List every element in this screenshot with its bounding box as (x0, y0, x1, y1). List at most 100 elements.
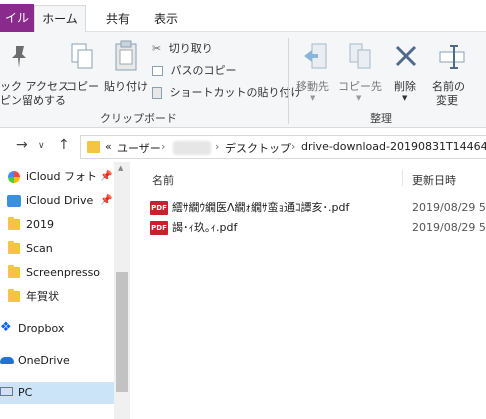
paste-label: 貼り付け (104, 80, 148, 93)
pin-quick-access-button[interactable]: ック アクセス ピン留めする (0, 36, 69, 108)
delete-label: 削除 (394, 80, 416, 93)
paste-shortcut-icon (152, 87, 162, 99)
redacted-username (173, 141, 211, 155)
pdf-icon: PDF (150, 201, 168, 215)
nav-label: 2019 (26, 218, 54, 231)
clipboard-group-label: クリップボード (100, 112, 177, 125)
move-to-dropdown-icon: ▼ (310, 94, 316, 102)
up-button[interactable]: ↑ (58, 137, 70, 153)
copy-button[interactable]: コピー (64, 36, 104, 108)
paste-shortcut-button[interactable]: ショートカットの貼り付け (152, 84, 302, 100)
ribbon: ック アクセス ピン留めする コピー 貼り付け ✂ 切り取り パスのコピー ショ… (0, 32, 486, 128)
file-list: 名前 更新日時 PDF 繧ｻ繝ｳ繝医Λ繝ｫ繝ｻ蛮ｮ通ｺ譚亥･.pdf 2019/… (136, 162, 486, 419)
file-row[interactable]: PDF 繧ｻ繝ｳ繝医Λ繝ｫ繝ｻ蛮ｮ通ｺ譚亥･.pdf 2019/08/29 5:… (148, 198, 486, 218)
history-dropdown-button[interactable]: ∨ (38, 141, 45, 151)
move-to-icon (304, 43, 327, 69)
pin-label-2: ピン留めする (0, 94, 66, 107)
file-date: 2019/08/29 5:5 (412, 221, 486, 234)
paste-button[interactable]: 貼り付け (104, 36, 150, 108)
file-name: 繧ｻ繝ｳ繝医Λ繝ｫ繝ｻ蛮ｮ通ｺ譚亥･.pdf (172, 201, 350, 214)
nav-item-nengajo[interactable]: 年賀状 (0, 286, 114, 308)
nav-label: Scan (26, 242, 53, 255)
nav-item-scan[interactable]: Scan (0, 238, 114, 260)
copy-to-label: コピー先 (338, 80, 382, 93)
nav-label: OneDrive (18, 354, 70, 367)
nav-item-icloud-drive[interactable]: iCloud Drive 📌 (0, 190, 114, 212)
nav-item-pc[interactable]: PC (0, 382, 114, 404)
up-arrow-icon: ↑ (58, 137, 70, 153)
column-divider (402, 170, 403, 186)
breadcrumb-current-folder[interactable]: drive-download-20190831T144647Z (301, 140, 486, 153)
pc-icon (0, 387, 13, 396)
breadcrumb-separator-icon: › (215, 140, 220, 153)
nav-label: iCloud Drive (26, 194, 94, 207)
tab-view[interactable]: 表示 (146, 6, 186, 32)
copy-path-button[interactable]: パスのコピー (152, 62, 237, 78)
nav-scrollbar[interactable]: ▲ (114, 162, 130, 419)
cut-button[interactable]: ✂ 切り取り (152, 40, 213, 56)
tab-file[interactable]: イル (0, 4, 34, 32)
onedrive-icon (0, 357, 14, 364)
tab-share[interactable]: 共有 (98, 6, 138, 32)
folder-icon (87, 141, 100, 153)
nav-label: 年賀状 (26, 290, 59, 303)
rename-button[interactable]: 名前の 変更 (428, 36, 478, 108)
delete-dropdown-icon: ▼ (402, 94, 408, 102)
column-header-date[interactable]: 更新日時 (412, 172, 456, 188)
cut-label: 切り取り (168, 42, 213, 55)
nav-label: PC (18, 386, 33, 399)
scroll-up-icon[interactable]: ▲ (118, 164, 123, 172)
nav-item-onedrive[interactable]: OneDrive (0, 350, 114, 372)
pdf-icon: PDF (150, 221, 168, 235)
clipboard-icon (115, 40, 137, 71)
copy-to-button[interactable]: コピー先 ▼ (338, 36, 384, 108)
paste-shortcut-label: ショートカットの貼り付け (169, 86, 302, 99)
pin-icon: 📌 (100, 195, 113, 206)
breadcrumb-users[interactable]: ユーザー (117, 140, 161, 156)
pin-icon: 📌 (100, 171, 113, 182)
pin-icon (12, 46, 26, 68)
breadcrumb-desktop[interactable]: デスクトップ (225, 140, 291, 156)
breadcrumb-overflow[interactable]: « (105, 140, 112, 153)
nav-label: iCloud フォト (26, 170, 97, 183)
file-row[interactable]: PDF 謁･ｨ玖｡ｨ.pdf 2019/08/29 5:5 (148, 218, 486, 238)
nav-label: Screenpresso (26, 266, 101, 279)
nav-label: Dropbox (18, 322, 65, 335)
forward-arrow-icon: → (16, 137, 28, 153)
scissors-icon: ✂ (152, 42, 162, 55)
move-to-button[interactable]: 移動先 ▼ (294, 36, 336, 108)
address-bar-row: → ∨ ↑ « ユーザー › › デスクトップ › drive-download… (0, 133, 486, 161)
copy-to-icon (349, 43, 371, 69)
delete-button[interactable]: 削除 ▼ (388, 36, 424, 108)
copy-path-icon (152, 66, 163, 76)
rename-icon (439, 45, 465, 69)
breadcrumb-separator-icon: › (291, 140, 296, 153)
move-to-label: 移動先 (296, 80, 329, 93)
forward-button[interactable]: → (16, 137, 28, 153)
organize-group-label: 整理 (370, 112, 392, 125)
copy-label: コピー (66, 80, 99, 93)
ribbon-separator (288, 38, 289, 124)
icloud-drive-icon (7, 195, 21, 207)
folder-icon (8, 265, 20, 278)
copy-path-label: パスのコピー (170, 64, 237, 77)
copy-to-dropdown-icon: ▼ (356, 94, 362, 102)
delete-x-icon (395, 45, 417, 67)
column-header-name[interactable]: 名前 (152, 172, 174, 188)
nav-item-dropbox[interactable]: ❖ Dropbox (0, 318, 114, 340)
nav-item-screenpresso[interactable]: Screenpresso (0, 262, 114, 284)
nav-item-icloud-photos[interactable]: iCloud フォト 📌 (0, 166, 114, 188)
file-name: 謁･ｨ玖｡ｨ.pdf (172, 221, 238, 234)
tab-home[interactable]: ホーム (34, 5, 86, 33)
address-bar[interactable]: « ユーザー › › デスクトップ › drive-download-20190… (80, 135, 486, 159)
nav-scrollbar-thumb[interactable] (116, 272, 128, 392)
ribbon-tab-bar: イル ホーム 共有 表示 (0, 0, 486, 33)
breadcrumb-separator-icon: › (161, 140, 166, 153)
copy-icon (71, 43, 93, 69)
file-date: 2019/08/29 5:5 (412, 201, 486, 214)
rename-label-2: 変更 (436, 94, 458, 107)
folder-icon (8, 217, 20, 230)
navigation-pane: iCloud フォト 📌 iCloud Drive 📌 2019 Scan Sc… (0, 162, 130, 419)
nav-item-2019[interactable]: 2019 (0, 214, 114, 236)
folder-icon (8, 241, 20, 254)
